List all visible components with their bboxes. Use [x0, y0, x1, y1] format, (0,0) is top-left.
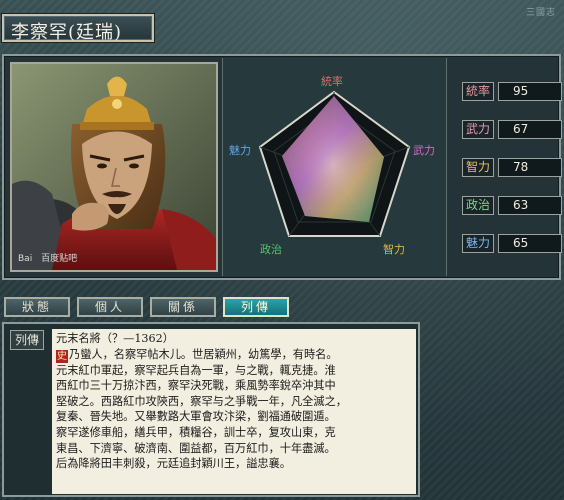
- stat-row-war: 武力 67: [462, 120, 562, 140]
- officer-name: 李察罕(廷瑞): [11, 22, 123, 43]
- stat-label: 武力: [462, 120, 494, 139]
- tab-relations[interactable]: 關係: [150, 297, 216, 317]
- stat-value: 63: [498, 196, 562, 215]
- stat-label: 政治: [462, 196, 494, 215]
- biography-line: 西紅巾三十万掠汴西，察罕決死戰，乘風勢率銳卒沖其中: [56, 379, 336, 393]
- tab-biography[interactable]: 列傳: [223, 297, 289, 317]
- stat-row-politics: 政治 63: [462, 196, 562, 216]
- stat-value: 67: [498, 120, 562, 139]
- game-watermark: 三國志: [525, 8, 556, 18]
- stat-label: 魅力: [462, 234, 494, 253]
- radar-label-intelligence: 智力: [383, 242, 405, 256]
- biography-line: 察罕遂修車船，繕兵甲，積糧谷，訓士卒，复攻山東，克: [56, 425, 336, 439]
- radar-label-war: 武力: [413, 144, 435, 157]
- officer-portrait: Bai 百度贴吧: [10, 62, 218, 272]
- stat-value: 65: [498, 234, 562, 253]
- stat-label: 智力: [462, 158, 494, 177]
- stat-label: 統率: [462, 82, 494, 101]
- stat-value: 78: [498, 158, 562, 177]
- history-icon: 史: [56, 349, 68, 363]
- biography-line: 复秦、晉失地。又舉數路大軍會攻汴梁，劉福通破圍遁。: [56, 410, 336, 424]
- stat-row-command: 統率 95: [462, 82, 562, 102]
- biography-line: 乃蠻人，名察罕帖木儿。世居穎州，幼篤學，有時名。: [69, 347, 338, 361]
- officer-overview-panel: Bai 百度贴吧 統率 武力 智力 政治 魅力 統率 95 武力 67 智力 7…: [2, 54, 562, 280]
- biography-line: 后為降將田丰刺殺，元廷追封穎川王，謚忠襄。: [56, 457, 291, 471]
- tab-personal[interactable]: 個人: [77, 297, 143, 317]
- radar-label-politics: 政治: [260, 242, 282, 256]
- ability-radar-chart: 統率 武力 智力 政治 魅力: [222, 58, 447, 276]
- stat-value: 95: [498, 82, 562, 101]
- biography-line: 元末紅巾軍起，察罕起兵自為一軍，与之戰，輒克捷。淮: [56, 363, 336, 377]
- radar-label-command: 統率: [321, 74, 343, 88]
- portrait-source-label: Bai: [18, 254, 33, 264]
- radar-label-charisma: 魅力: [229, 143, 251, 157]
- biography-tag: 列傳: [10, 330, 44, 350]
- officer-name-plate: 李察罕(廷瑞): [2, 14, 154, 43]
- radar-svg: 統率 武力 智力 政治 魅力: [229, 74, 435, 256]
- biography-heading: 元末名將（？—1362）: [56, 332, 174, 345]
- biography-line: 堅破之。西路紅巾攻陝西，察罕与之爭戰一年，凡全滅之，: [56, 394, 347, 408]
- biography-text[interactable]: 元末名將（？—1362） 史乃蠻人，名察罕帖木儿。世居穎州，幼篤學，有時名。 元…: [52, 329, 416, 494]
- portrait-image: [12, 64, 216, 270]
- portrait-source-label-2: 百度贴吧: [41, 254, 78, 264]
- ability-stats-list: 統率 95 武力 67 智力 78 政治 63 魅力 65: [448, 56, 562, 278]
- tab-status[interactable]: 狀態: [4, 297, 70, 317]
- biography-panel: 列傳 元末名將（？—1362） 史乃蠻人，名察罕帖木儿。世居穎州，幼篤學，有時名…: [2, 322, 420, 497]
- stat-row-charisma: 魅力 65: [462, 234, 562, 254]
- biography-line: 東昌、下濟寧、破濟南、圍益都，百万紅巾，十年盡滅。: [56, 441, 336, 455]
- stat-row-intelligence: 智力 78: [462, 158, 562, 178]
